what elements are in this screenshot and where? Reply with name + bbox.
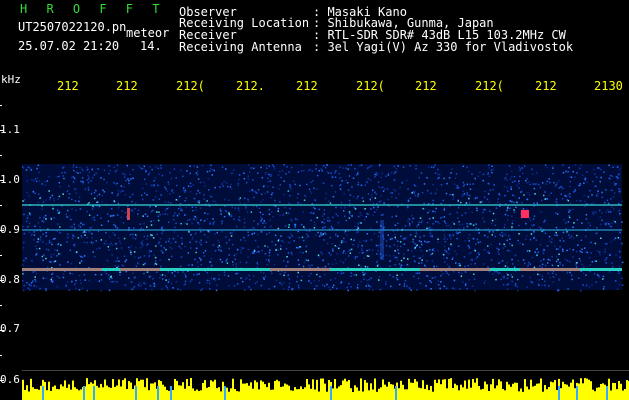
datetime: 25.07.02 21:20 [18,39,120,53]
brand-title: H R O F F T [20,2,166,16]
time-tick-7: 212 [415,79,437,93]
spectrogram [0,105,629,400]
time-tick-6: 212( [356,79,385,93]
time-tick-9: 212 [535,79,557,93]
freq-tick-5: 0.7 [0,322,20,335]
signal-line-upper [22,204,622,206]
time-tick-2: 212 [116,79,138,93]
signal-line-mid [22,229,622,231]
vertical-streak [380,220,384,260]
freq-minor-tick [0,105,2,106]
antenna-value: : 3el Yagi(V) Az 330 for Vladivostok [313,40,574,54]
filename: UT2507022120.pn [18,20,127,34]
freq-minor-tick [0,305,2,306]
antenna-label: Receiving Antenna [179,40,302,54]
time-tick-5: 212 [296,79,318,93]
meteor-label: meteor [126,26,170,40]
time-tick-1: 212 [57,79,79,93]
time-tick-4: 212. [236,79,265,93]
freq-unit: kHz [1,73,21,86]
freq-minor-tick [0,155,2,156]
freq-tick-3: 0.9 [0,223,20,236]
freq-tick-2: 1.0 [0,173,20,186]
freq-tick-4: 0.8 [0,273,20,286]
freq-tick-6: 0.6 [0,373,20,386]
time-tick-3: 212( [176,79,205,93]
meteor-echo [521,210,529,218]
freq-tick-1: 1.1 [0,123,20,136]
time-tick-10: 2130 [594,79,623,93]
time-tick-8: 212( [475,79,504,93]
meteor-count: 14. [140,39,162,53]
freq-minor-tick [0,205,2,206]
plot-separator [22,370,629,371]
freq-minor-tick [0,355,2,356]
freq-minor-tick [0,255,2,256]
meteor-echo [127,208,130,220]
noise-band [22,164,624,292]
noise-floor [22,378,629,400]
